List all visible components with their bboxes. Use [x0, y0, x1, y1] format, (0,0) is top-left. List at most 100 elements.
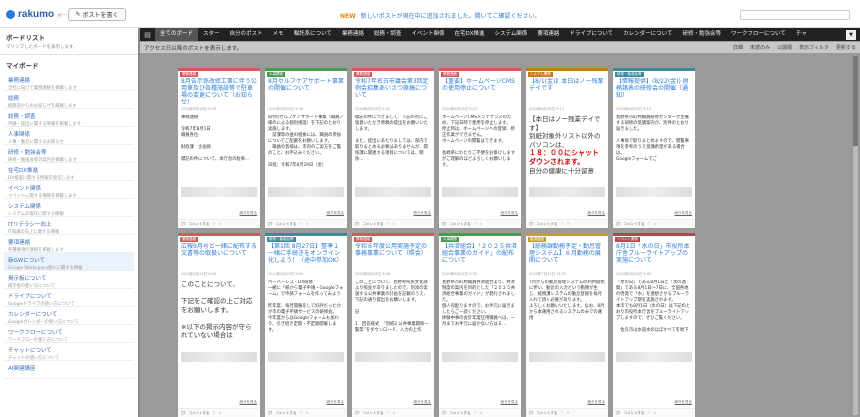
- sidebar-item[interactable]: 研修・勉強会等 研修・勉強会等の案内を掲載します: [4, 145, 134, 163]
- sidebar-item[interactable]: 総務 総務部からのお知らせを掲載します: [4, 91, 134, 109]
- comment-button[interactable]: コメントする: [449, 411, 470, 416]
- new-post-notice[interactable]: NEW 新しいポストが現在中に追加されました。開いてご確認ください。: [340, 11, 541, 20]
- like-icon[interactable]: ♡: [299, 411, 302, 415]
- comment-button[interactable]: コメントする: [623, 222, 644, 227]
- board-tab[interactable]: 研修・勉強会等: [678, 28, 727, 41]
- post-card[interactable]: 人事関係 8月セルフケアサポート事業の開催について 2024年8月18日 9:46 8…: [265, 68, 347, 228]
- filter-action[interactable]: 詳細: [733, 44, 743, 51]
- post-title[interactable]: 令和7年名古市議会第3回定例会招集あいさつ原稿について: [355, 78, 431, 106]
- star-icon[interactable]: ☆: [219, 411, 222, 415]
- board-tab[interactable]: 全てのボード: [155, 28, 199, 41]
- like-icon[interactable]: ♡: [212, 411, 215, 415]
- scrollbar-thumb[interactable]: [853, 56, 858, 146]
- like-icon[interactable]: ♡: [386, 411, 389, 415]
- post-title[interactable]: 8月セルフケアサポート事業の開催について: [268, 78, 344, 106]
- board-tab[interactable]: 要項連絡: [532, 28, 564, 41]
- post-card[interactable]: 要項連絡 【総務課勤務予定・勤怠管理システム】８月勤務の展開について 2024年7月…: [526, 233, 608, 417]
- read-more-link[interactable]: 続きを見る: [588, 211, 606, 216]
- scrollbar[interactable]: [853, 56, 858, 415]
- star-icon[interactable]: ☆: [219, 222, 222, 226]
- post-card[interactable]: 業務連絡 【重要】ホームページCMSの使用停止について 2024年8月18日 9:2…: [439, 68, 521, 228]
- like-icon[interactable]: ♡: [212, 222, 215, 226]
- post-title[interactable]: 【共済組合】「２０２５共済組合事業のガイド」の配布について: [442, 243, 518, 271]
- sidebar-item[interactable]: ワークフローについて ワークフローの使い方について: [4, 325, 134, 343]
- star-icon[interactable]: ☆: [306, 222, 309, 226]
- post-card[interactable]: 業務連絡 令和８年度公用実施予定の事務事業について（照会） 2024年8月18日 9…: [352, 233, 434, 417]
- sidebar-item[interactable]: 人事関係 人事・勤怠に関するお知らせ: [4, 127, 134, 145]
- read-more-link[interactable]: 続きを見る: [327, 211, 345, 216]
- sidebar-item[interactable]: カレンダーについて Googleカレンダーの使い方について: [4, 307, 134, 325]
- star-icon[interactable]: ☆: [567, 222, 570, 226]
- sidebar-item[interactable]: 在宅DX推進 DX推進に関する情報を発信します: [4, 163, 134, 181]
- read-more-link[interactable]: 続きを見る: [240, 400, 258, 405]
- post-card[interactable]: 業務連絡 8月告示係改修工事に伴う公用車及び各種施設等で駐車場の変更について（お知…: [178, 68, 260, 228]
- board-tab[interactable]: 在宅DX推進: [449, 28, 489, 41]
- board-menu-icon[interactable]: ▤: [142, 29, 153, 40]
- board-tab[interactable]: スター: [198, 28, 225, 41]
- filter-action[interactable]: 表示フィルタ: [799, 44, 829, 51]
- sidebar-item[interactable]: ドライブについて Googleドライブの使い方について: [4, 289, 134, 307]
- board-tab[interactable]: 嘱託系について: [289, 28, 337, 41]
- comment-button[interactable]: コメントする: [188, 411, 209, 416]
- tab-dropdown-button[interactable]: ▼: [846, 29, 856, 40]
- sidebar-item[interactable]: 掲示板について 掲示板の使い方について: [4, 271, 134, 289]
- board-tab[interactable]: チャ: [791, 28, 812, 41]
- post-card[interactable]: 研修・勉強会等 【情報提供】(8/22(金)) 財務諸表の研修会の開催（通知） 20…: [613, 68, 695, 228]
- read-more-link[interactable]: 続きを見る: [501, 211, 519, 216]
- post-title[interactable]: 8月1日「水の日」市役所本庁舎ブルーライトアップの実施について: [616, 243, 692, 271]
- like-icon[interactable]: ♡: [560, 222, 563, 226]
- comment-button[interactable]: コメントする: [275, 411, 296, 416]
- sidebar-item[interactable]: 業務連絡 全社に向けて業務連絡を掲載します: [4, 73, 134, 91]
- star-icon[interactable]: ☆: [306, 411, 309, 415]
- board-tab[interactable]: メモ: [268, 28, 289, 41]
- sidebar-item[interactable]: ITリテラシー向上 IT知識の向上に関する情報: [4, 217, 134, 235]
- filter-action[interactable]: 公開順: [777, 44, 792, 51]
- read-more-link[interactable]: 続きを見る: [588, 400, 606, 405]
- my-board-heading[interactable]: マイボード: [0, 55, 138, 73]
- board-tab[interactable]: 自分のポスト: [225, 28, 268, 41]
- post-title[interactable]: 【重要】ホームページCMSの使用停止について: [442, 78, 518, 106]
- sidebar-item[interactable]: チャットについて チャットの使い方について: [4, 343, 134, 361]
- post-title[interactable]: 【第1回 8月27日】整準１一緒に手続きをオンライン化しよう！（途中参加OK）: [268, 243, 344, 271]
- read-more-link[interactable]: 続きを見る: [327, 400, 345, 405]
- post-title[interactable]: 8月告示係改修工事に伴う公用車及び各種施設等で駐車場の変更について（お知らせ）: [181, 78, 257, 106]
- star-icon[interactable]: ☆: [480, 411, 483, 415]
- like-icon[interactable]: ♡: [647, 222, 650, 226]
- comment-button[interactable]: コメントする: [536, 411, 557, 416]
- post-card[interactable]: 業務連絡 広報9月号と一緒に配布する文書等の取扱いについて 2024年8月11日 9…: [178, 233, 260, 417]
- post-card[interactable]: システム関係 【8/1(金)】本日はノー残業デイです 2024年8月18日 9:11…: [526, 68, 608, 228]
- star-icon[interactable]: ☆: [393, 222, 396, 226]
- like-icon[interactable]: ♡: [299, 222, 302, 226]
- app-logo[interactable]: rakumo ボード: [6, 8, 72, 20]
- post-title[interactable]: 【情報提供】(8/22(金)) 財務諸表の研修会の開催（通知）: [616, 78, 692, 106]
- board-tab[interactable]: 総務・調査: [369, 28, 407, 41]
- comment-button[interactable]: コメントする: [362, 222, 383, 227]
- comment-button[interactable]: コメントする: [536, 222, 557, 227]
- comment-button[interactable]: コメントする: [275, 222, 296, 227]
- sidebar-item[interactable]: システム関係 システムの保守に関する情報: [4, 199, 134, 217]
- comment-button[interactable]: コメントする: [449, 222, 470, 227]
- board-tab[interactable]: システム関係: [489, 28, 532, 41]
- post-title[interactable]: 広報9月号と一緒に配布する文書等の取扱いについて: [181, 243, 257, 271]
- sidebar-item[interactable]: 新GWについて Google Workspace導入に関する情報: [4, 253, 134, 271]
- comment-button[interactable]: コメントする: [188, 222, 209, 227]
- read-more-link[interactable]: 続きを見る: [675, 400, 693, 405]
- filter-action[interactable]: 更新する: [836, 44, 856, 51]
- filter-action[interactable]: 未読のみ: [750, 44, 770, 51]
- read-more-link[interactable]: 続きを見る: [414, 211, 432, 216]
- read-more-link[interactable]: 続きを見る: [414, 400, 432, 405]
- top-search-field[interactable]: [740, 10, 850, 20]
- post-title[interactable]: 【8/1(金)】本日はノー残業デイです: [529, 78, 605, 106]
- like-icon[interactable]: ♡: [473, 411, 476, 415]
- post-title[interactable]: 【総務課勤務予定・勤怠管理システム】８月勤務の展開について: [529, 243, 605, 271]
- board-tab[interactable]: 業務連絡: [337, 28, 369, 41]
- sidebar-item[interactable]: 総務・調査 申請・提出に関する情報を掲載します: [4, 109, 134, 127]
- write-post-button[interactable]: ✎ ポストを書く: [68, 8, 126, 21]
- read-more-link[interactable]: 続きを見る: [501, 400, 519, 405]
- read-more-link[interactable]: 続きを見る: [675, 211, 693, 216]
- comment-button[interactable]: コメントする: [362, 411, 383, 416]
- post-title[interactable]: 令和８年度公用実施予定の事務事業について（照会）: [355, 243, 431, 271]
- star-icon[interactable]: ☆: [393, 411, 396, 415]
- post-card[interactable]: 業務連絡 令和7年名古市議会第3回定例会招集あいさつ原稿について 2024年8月18…: [352, 68, 434, 228]
- post-card[interactable]: 人事関係 【共済組合】「２０２５共済組合事業のガイド」の配布について 2024年8月…: [439, 233, 521, 417]
